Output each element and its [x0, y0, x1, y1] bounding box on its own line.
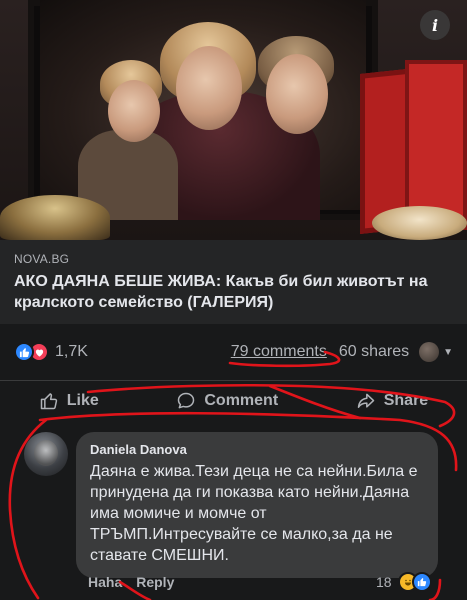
thumbs-up-icon — [40, 392, 57, 409]
avatar — [419, 342, 440, 362]
commenter-name[interactable]: Daniela Danova — [90, 442, 424, 457]
photo-red-frame-2 — [405, 60, 467, 230]
comment-reply-button[interactable]: Reply — [136, 574, 174, 590]
photo-trinket — [0, 195, 110, 240]
like-button[interactable]: Like — [39, 391, 99, 411]
comment-text: Даяна е жива.Тези деца не са нейни.Била … — [90, 463, 418, 564]
comment-reaction-button[interactable]: Haha — [88, 574, 122, 590]
comments-count-link[interactable]: 79 comments — [231, 343, 327, 361]
post-stats: 1,7K 79 comments 60 shares ▼ — [0, 324, 467, 380]
shares-count-link[interactable]: 60 shares — [339, 343, 409, 361]
speech-bubble-icon — [178, 392, 195, 408]
link-title[interactable]: АКО ДАЯНА БЕШЕ ЖИВА: Какъв би бил животъ… — [14, 271, 453, 313]
post-photo[interactable]: i — [0, 0, 467, 240]
comment-bubble[interactable]: Daniela Danova Даяна е жива.Тези деца не… — [76, 432, 438, 578]
share-button[interactable]: Share — [356, 391, 428, 411]
photo-bowl — [372, 206, 467, 240]
reaction-count: 1,7K — [55, 343, 88, 360]
photo-woman-face — [176, 46, 242, 130]
commenter-avatar[interactable] — [24, 432, 68, 476]
comment-actions: Haha Reply — [88, 574, 174, 590]
share-arrow-icon — [357, 393, 374, 408]
info-icon[interactable]: i — [420, 10, 450, 40]
like-icon — [14, 342, 34, 362]
photo-child-face — [108, 80, 160, 142]
comment-button[interactable]: Comment — [176, 391, 278, 411]
post-action-bar: Like Comment Share — [0, 380, 467, 420]
caret-down-icon: ▼ — [443, 346, 453, 358]
reaction-summary[interactable]: 1,7K — [14, 342, 88, 362]
viewer-avatar-selector[interactable]: ▼ — [419, 342, 453, 362]
link-source: NOVA.BG — [14, 252, 70, 266]
share-button-label: Share — [383, 391, 429, 409]
comment-button-label: Comment — [204, 391, 279, 409]
link-preview[interactable]: NOVA.BG АКО ДАЯНА БЕШЕ ЖИВА: Какъв би би… — [0, 240, 467, 324]
comment-reaction-count: 18 — [376, 574, 392, 590]
like-button-label: Like — [66, 391, 99, 409]
comment-reaction-summary[interactable]: 18 — [376, 572, 432, 592]
photo-teen-face — [266, 54, 328, 134]
like-icon — [411, 572, 432, 592]
